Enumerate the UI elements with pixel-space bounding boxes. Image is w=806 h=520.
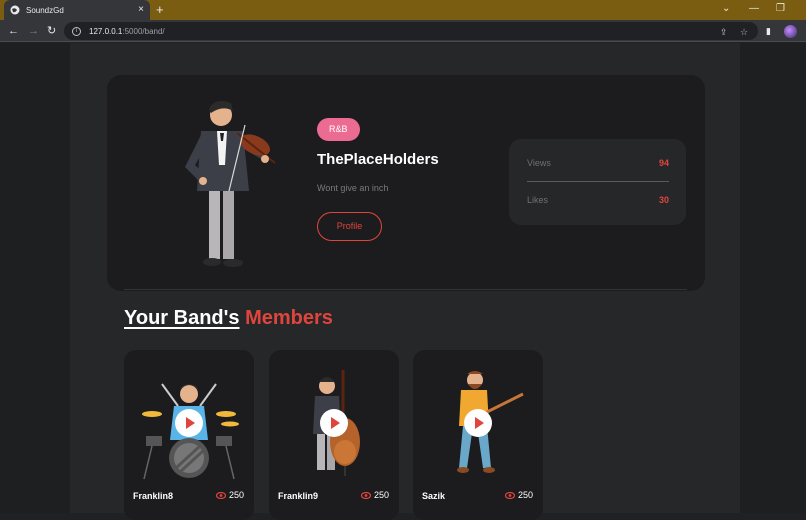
band-tagline: Wont give an inch (317, 183, 389, 193)
stat-row-views: Views 94 (527, 158, 669, 168)
stat-label: Views (527, 158, 551, 168)
share-icon[interactable]: ⇪ (720, 27, 728, 38)
section-divider (124, 289, 687, 290)
stat-divider (527, 181, 669, 182)
address-bar[interactable]: i 127.0.0.1 :5000/band/ ⇪ ☆ (64, 22, 758, 40)
url-host: 127.0.0.1 (89, 26, 123, 36)
member-card[interactable]: Franklin8 250 (124, 350, 254, 520)
member-views: 250 (215, 490, 244, 500)
browser-toolbar: ← → ↻ i 127.0.0.1 :5000/band/ ⇪ ☆ ▮ (0, 20, 806, 42)
member-views: 250 (360, 490, 389, 500)
new-tab-button[interactable]: + (156, 3, 164, 17)
play-button[interactable] (320, 409, 348, 437)
stat-value: 94 (658, 158, 669, 168)
band-hero-card: R&B ThePlaceHolders Wont give an inch Pr… (107, 75, 705, 291)
bookmark-star-icon[interactable]: ☆ (740, 27, 748, 38)
page-body: R&B ThePlaceHolders Wont give an inch Pr… (0, 43, 806, 520)
site-info-icon[interactable]: i (72, 26, 81, 36)
back-button[interactable]: ← (8, 24, 19, 38)
play-icon (331, 417, 340, 429)
eye-icon (215, 491, 226, 499)
site-favicon-icon (10, 5, 20, 15)
profile-avatar[interactable] (784, 25, 797, 38)
play-icon (475, 417, 484, 429)
eye-icon (504, 491, 515, 499)
browser-tab-strip: SoundzGd × + ⌄ — ❐ (0, 0, 806, 20)
play-button[interactable] (175, 409, 203, 437)
play-button[interactable] (464, 409, 492, 437)
eye-icon (360, 491, 371, 499)
stat-label: Likes (527, 195, 549, 205)
restore-button[interactable]: ❐ (776, 3, 785, 14)
band-stats-card: Views 94 Likes 30 (509, 139, 686, 225)
member-card[interactable]: Sazik 250 (413, 350, 543, 520)
stat-value: 30 (658, 195, 669, 205)
violinist-illustration (185, 101, 276, 267)
url-path: :5000/band/ (122, 26, 165, 36)
tab-close-icon[interactable]: × (138, 5, 144, 15)
member-view-count: 250 (228, 490, 244, 500)
stat-row-likes: Likes 30 (527, 195, 669, 205)
genre-badge[interactable]: R&B (317, 118, 360, 141)
tab-search-dropdown-icon[interactable]: ⌄ (722, 3, 730, 14)
member-name: Sazik (422, 491, 446, 501)
play-icon (186, 417, 195, 429)
members-heading: Your Band's Members (124, 307, 333, 330)
member-name: Franklin9 (278, 491, 319, 501)
side-panel-icon[interactable]: ▮ (766, 24, 771, 38)
minimize-button[interactable]: — (749, 3, 759, 14)
member-view-count: 250 (373, 490, 389, 500)
member-view-count: 250 (517, 490, 533, 500)
band-name: ThePlaceHolders (317, 151, 439, 168)
reload-button[interactable]: ↻ (47, 24, 56, 38)
member-views: 250 (504, 490, 533, 500)
members-heading-part1: Your Band's (124, 307, 240, 329)
profile-button[interactable]: Profile (317, 212, 382, 241)
browser-tab[interactable]: SoundzGd × (4, 0, 150, 20)
members-heading-part2: Members (245, 307, 333, 329)
member-card[interactable]: Franklin9 250 (269, 350, 399, 520)
main-container: R&B ThePlaceHolders Wont give an inch Pr… (70, 43, 740, 520)
forward-button[interactable]: → (28, 24, 39, 38)
member-name: Franklin8 (133, 491, 174, 501)
tab-title: SoundzGd (26, 5, 64, 15)
